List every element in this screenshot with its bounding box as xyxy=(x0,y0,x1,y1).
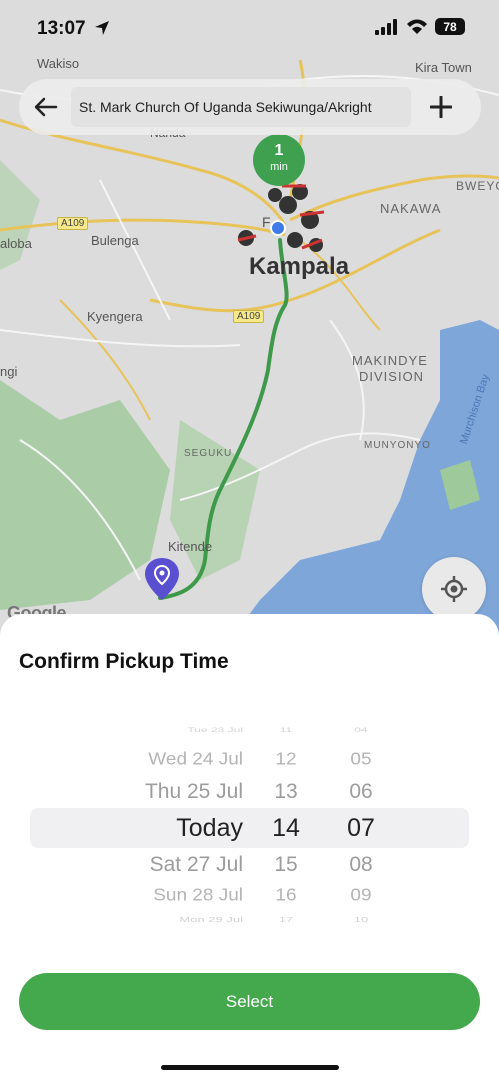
day-option[interactable]: Tue 23 Jul xyxy=(187,727,243,734)
map-label-kitende: Kitende xyxy=(168,539,213,554)
map-label-ngi: ngi xyxy=(0,364,18,379)
map-label-makindye: MAKINDYE xyxy=(352,353,428,368)
minute-option[interactable]: 10 xyxy=(341,915,381,922)
hour-option[interactable]: 15 xyxy=(266,854,306,875)
add-stop-button[interactable] xyxy=(411,79,471,135)
eta-bubble: 1 min xyxy=(253,134,305,186)
location-arrow-icon xyxy=(95,21,109,35)
cellular-signal-icon xyxy=(375,18,397,35)
map-label-kyengera: Kyengera xyxy=(87,309,143,324)
day-option[interactable]: Mon 29 Jul xyxy=(179,915,243,922)
home-indicator xyxy=(161,1065,339,1070)
minute-wheel[interactable]: 04 05 06 07 08 09 10 xyxy=(341,714,381,934)
road-badge-a109-center: A109 xyxy=(233,310,265,323)
battery-level: 78 xyxy=(443,19,457,34)
hour-option[interactable]: 16 xyxy=(266,886,306,903)
hour-wheel[interactable]: 11 12 13 14 15 16 17 xyxy=(266,714,306,934)
map-label-f: F xyxy=(262,214,271,230)
destination-input[interactable]: St. Mark Church Of Uganda Sekiwunga/Akri… xyxy=(71,87,411,127)
minute-option[interactable]: 04 xyxy=(341,727,381,734)
minute-option[interactable]: 06 xyxy=(341,781,381,802)
map-label-bweyo: BWEYO xyxy=(456,179,499,193)
status-bar: 13:07 78 xyxy=(0,0,499,56)
minute-option[interactable]: 08 xyxy=(341,854,381,875)
minute-option[interactable]: 05 xyxy=(341,750,381,767)
day-option[interactable]: Wed 24 Jul xyxy=(148,750,243,767)
select-button[interactable]: Select xyxy=(19,973,480,1030)
hour-selected[interactable]: 14 xyxy=(266,815,306,841)
day-option[interactable]: Thu 25 Jul xyxy=(145,781,243,802)
hour-option[interactable]: 11 xyxy=(266,727,306,734)
my-location-button[interactable] xyxy=(422,557,486,621)
map-label-nakawa: NAKAWA xyxy=(380,201,442,216)
pickup-time-sheet: Confirm Pickup Time Tue 23 Jul Wed 24 Jul… xyxy=(0,614,499,1080)
day-option[interactable]: Sat 27 Jul xyxy=(150,854,243,875)
minute-selected[interactable]: 07 xyxy=(341,815,381,841)
hour-option[interactable]: 12 xyxy=(266,750,306,767)
arrow-left-icon xyxy=(34,97,58,117)
eta-value: 1 xyxy=(274,142,284,159)
map-label-wakiso: Wakiso xyxy=(37,56,80,71)
status-indicators: 78 xyxy=(375,18,465,35)
day-selected[interactable]: Today xyxy=(176,815,243,841)
day-wheel[interactable]: Tue 23 Jul Wed 24 Jul Thu 25 Jul Today Sat 2… xyxy=(0,714,243,934)
time-picker[interactable]: Tue 23 Jul Wed 24 Jul Thu 25 Jul Today Sat 2… xyxy=(0,714,499,934)
eta-unit: min xyxy=(270,161,288,173)
hour-option[interactable]: 13 xyxy=(266,781,306,802)
day-option[interactable]: Sun 28 Jul xyxy=(153,886,243,903)
minute-option[interactable]: 09 xyxy=(341,886,381,903)
map-label-munyonyo: MUNYONYO xyxy=(364,440,431,451)
crosshair-icon xyxy=(441,576,467,602)
map-label-seguku: SEGUKU xyxy=(184,448,233,459)
road-badge-a109-left: A109 xyxy=(57,217,89,230)
plus-icon xyxy=(430,96,452,118)
sheet-title: Confirm Pickup Time xyxy=(19,650,229,673)
pickup-pin-icon[interactable] xyxy=(143,556,181,602)
search-bar: St. Mark Church Of Uganda Sekiwunga/Akri… xyxy=(19,79,481,135)
map-label-aloba: aloba xyxy=(0,236,32,251)
hour-option[interactable]: 17 xyxy=(266,915,306,922)
map-label-kampala: Kampala xyxy=(249,253,350,280)
map-label-bulenga: Bulenga xyxy=(91,233,139,248)
map-label-kira-town: Kira Town xyxy=(415,60,472,75)
battery-icon: 78 xyxy=(435,18,465,35)
back-button[interactable] xyxy=(21,79,71,135)
wifi-icon xyxy=(407,19,427,34)
map-label-division: DIVISION xyxy=(359,369,425,384)
status-time: 13:07 xyxy=(37,18,86,39)
